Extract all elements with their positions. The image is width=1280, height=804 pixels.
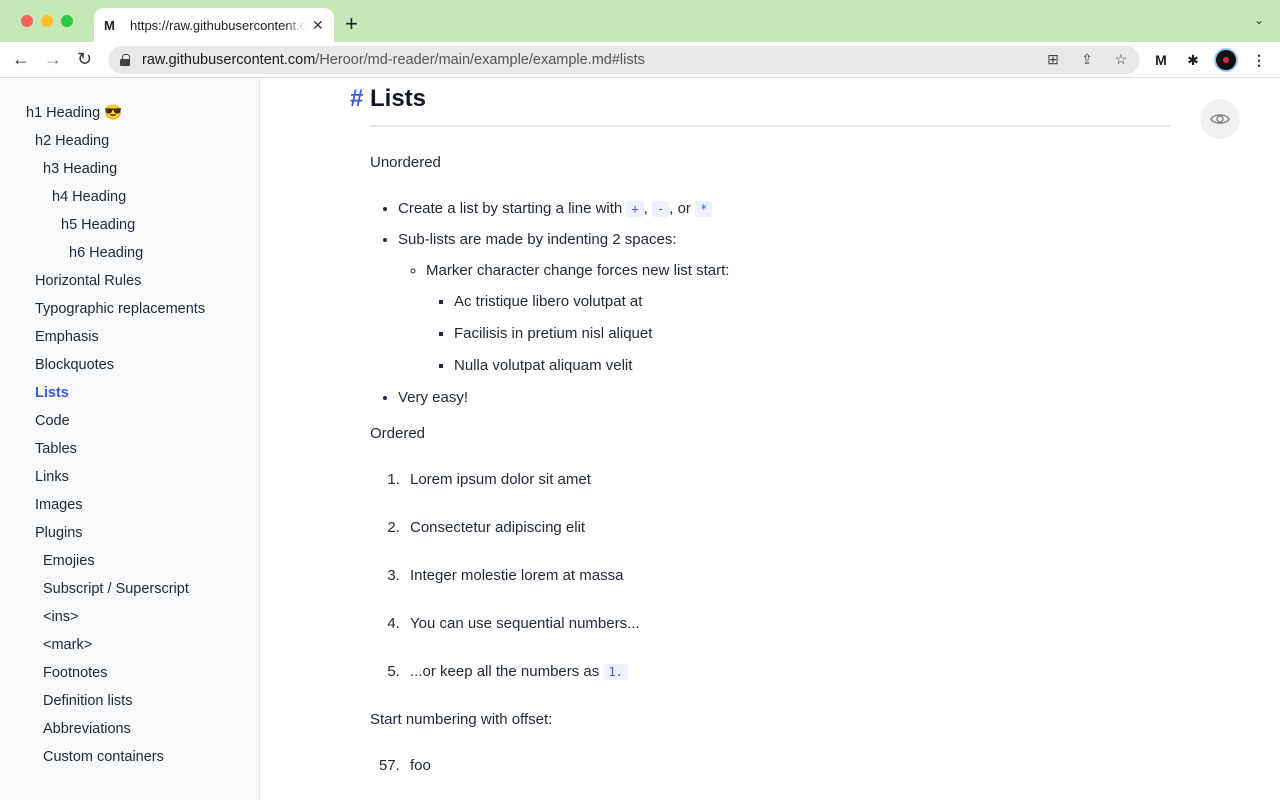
new-tab-button[interactable]: + bbox=[345, 11, 358, 37]
translate-icon[interactable]: ⊞ bbox=[1044, 51, 1062, 68]
inline-code: * bbox=[695, 201, 713, 217]
toc-item[interactable]: <mark> bbox=[0, 631, 259, 659]
toc-item[interactable]: Blockquotes bbox=[0, 351, 259, 379]
list-item: Very easy! bbox=[398, 388, 1170, 408]
tab-title: https://raw.githubusercontent.com/Heroor… bbox=[130, 17, 306, 33]
tab-strip: M https://raw.githubusercontent.com/Hero… bbox=[0, 0, 1280, 42]
share-icon[interactable]: ⇪ bbox=[1078, 51, 1096, 68]
toc-item[interactable]: Lists bbox=[0, 379, 259, 407]
unordered-list: Create a list by starting a line with +,… bbox=[370, 199, 1170, 408]
tab-search-chevron-icon[interactable]: ⌄ bbox=[1254, 13, 1264, 27]
toc-item[interactable]: Horizontal Rules bbox=[0, 267, 259, 295]
toc-item[interactable]: h4 Heading bbox=[0, 183, 259, 211]
toc-item[interactable]: Plugins bbox=[0, 519, 259, 547]
toc-item[interactable]: Images bbox=[0, 491, 259, 519]
table-of-contents: h1 Heading 😎 h2 Heading h3 Heading h4 Headi… bbox=[0, 79, 260, 800]
lock-icon[interactable] bbox=[120, 54, 130, 66]
ordered-list: Lorem ipsum dolor sit amet Consectetur a… bbox=[370, 470, 1170, 682]
page: h1 Heading 😎 h2 Heading h3 Heading h4 Headi… bbox=[0, 79, 1280, 800]
browser-toolbar: ← → ↻ raw.githubusercontent.com/Heroor/m… bbox=[0, 42, 1280, 78]
list-item: foo bbox=[404, 756, 1170, 776]
zoom-window-button[interactable] bbox=[61, 15, 73, 27]
list-item: Ac tristique libero volutpat at bbox=[454, 292, 1170, 312]
toc-item[interactable]: Emojies bbox=[0, 547, 259, 575]
profile-avatar[interactable] bbox=[1216, 50, 1236, 70]
extensions-puzzle-icon[interactable]: ✱ bbox=[1184, 52, 1202, 69]
unordered-label: Unordered bbox=[370, 154, 441, 171]
eye-icon bbox=[1210, 114, 1230, 124]
toc-item[interactable]: h5 Heading bbox=[0, 211, 259, 239]
inline-code: 1. bbox=[603, 664, 628, 680]
forward-arrow-icon[interactable]: → bbox=[44, 49, 62, 70]
md-reader-extension-icon[interactable]: M bbox=[1152, 52, 1170, 68]
toc-item[interactable]: Subscript / Superscript bbox=[0, 575, 259, 603]
browser-tab[interactable]: M https://raw.githubusercontent.com/Hero… bbox=[94, 8, 334, 42]
toc-item[interactable]: h1 Heading 😎 bbox=[0, 99, 259, 127]
page-title-text: Lists bbox=[370, 85, 427, 112]
toc-item[interactable]: Emphasis bbox=[0, 323, 259, 351]
toc-item[interactable]: h2 Heading bbox=[0, 127, 259, 155]
toc-item[interactable]: Typographic replacements bbox=[0, 295, 259, 323]
sub-sub-list: Ac tristique libero volutpat at Facilisi… bbox=[426, 292, 1170, 376]
inline-code: - bbox=[652, 201, 670, 217]
markdown-content: # Lists Unordered Create a list by start… bbox=[350, 79, 1170, 804]
list-item: ...or keep all the numbers as 1. bbox=[404, 662, 1170, 682]
list-item: Lorem ipsum dolor sit amet bbox=[404, 470, 1170, 490]
list-item: Sub-lists are made by indenting 2 spaces… bbox=[398, 230, 1170, 376]
ordered-label: Ordered bbox=[370, 425, 426, 442]
inline-code: + bbox=[626, 201, 644, 217]
close-tab-icon[interactable]: ✕ bbox=[312, 17, 324, 34]
close-window-button[interactable] bbox=[21, 15, 33, 27]
list-item: Consectetur adipiscing elit bbox=[404, 518, 1170, 538]
toc-item[interactable]: Tables bbox=[0, 435, 259, 463]
list-item: Facilisis in pretium nisl aliquet bbox=[454, 324, 1170, 344]
toc-item[interactable]: Definition lists bbox=[0, 687, 259, 715]
url-host: raw.githubusercontent.com bbox=[142, 52, 316, 68]
toc-item[interactable]: Footnotes bbox=[0, 659, 259, 687]
heading-anchor-link[interactable]: # bbox=[350, 85, 363, 113]
toc-item[interactable]: h3 Heading bbox=[0, 155, 259, 183]
url-path: /Heroor/md-reader/main/example/example.m… bbox=[315, 52, 645, 68]
toc-item[interactable]: Custom containers bbox=[0, 743, 259, 771]
toc-item[interactable]: h6 Heading bbox=[0, 239, 259, 267]
toc-item[interactable]: Abbreviations bbox=[0, 715, 259, 743]
list-item: Marker character change forces new list … bbox=[426, 261, 1170, 376]
address-bar[interactable]: raw.githubusercontent.com/Heroor/md-read… bbox=[108, 46, 1140, 74]
bookmark-star-icon[interactable]: ☆ bbox=[1112, 51, 1130, 68]
offset-ordered-list: foo bbox=[370, 756, 1170, 776]
toc-item[interactable]: Links bbox=[0, 463, 259, 491]
toc-item[interactable]: <ins> bbox=[0, 603, 259, 631]
toc-item[interactable]: Code bbox=[0, 407, 259, 435]
preview-toggle-button[interactable] bbox=[1200, 99, 1240, 139]
page-title: # Lists bbox=[350, 85, 1170, 127]
offset-label: Start numbering with offset: bbox=[370, 711, 553, 728]
md-reader-favicon-icon: M bbox=[104, 17, 115, 33]
browser-menu-icon[interactable]: ⋮ bbox=[1250, 52, 1268, 69]
reload-icon[interactable]: ↻ bbox=[77, 49, 92, 70]
list-item: Nulla volutpat aliquam velit bbox=[454, 356, 1170, 376]
minimize-window-button[interactable] bbox=[41, 15, 53, 27]
list-item: Create a list by starting a line with +,… bbox=[398, 199, 1170, 219]
list-item: Integer molestie lorem at massa bbox=[404, 566, 1170, 586]
list-item: You can use sequential numbers... bbox=[404, 614, 1170, 634]
sub-list: Marker character change forces new list … bbox=[398, 261, 1170, 376]
back-arrow-icon[interactable]: ← bbox=[12, 49, 30, 70]
